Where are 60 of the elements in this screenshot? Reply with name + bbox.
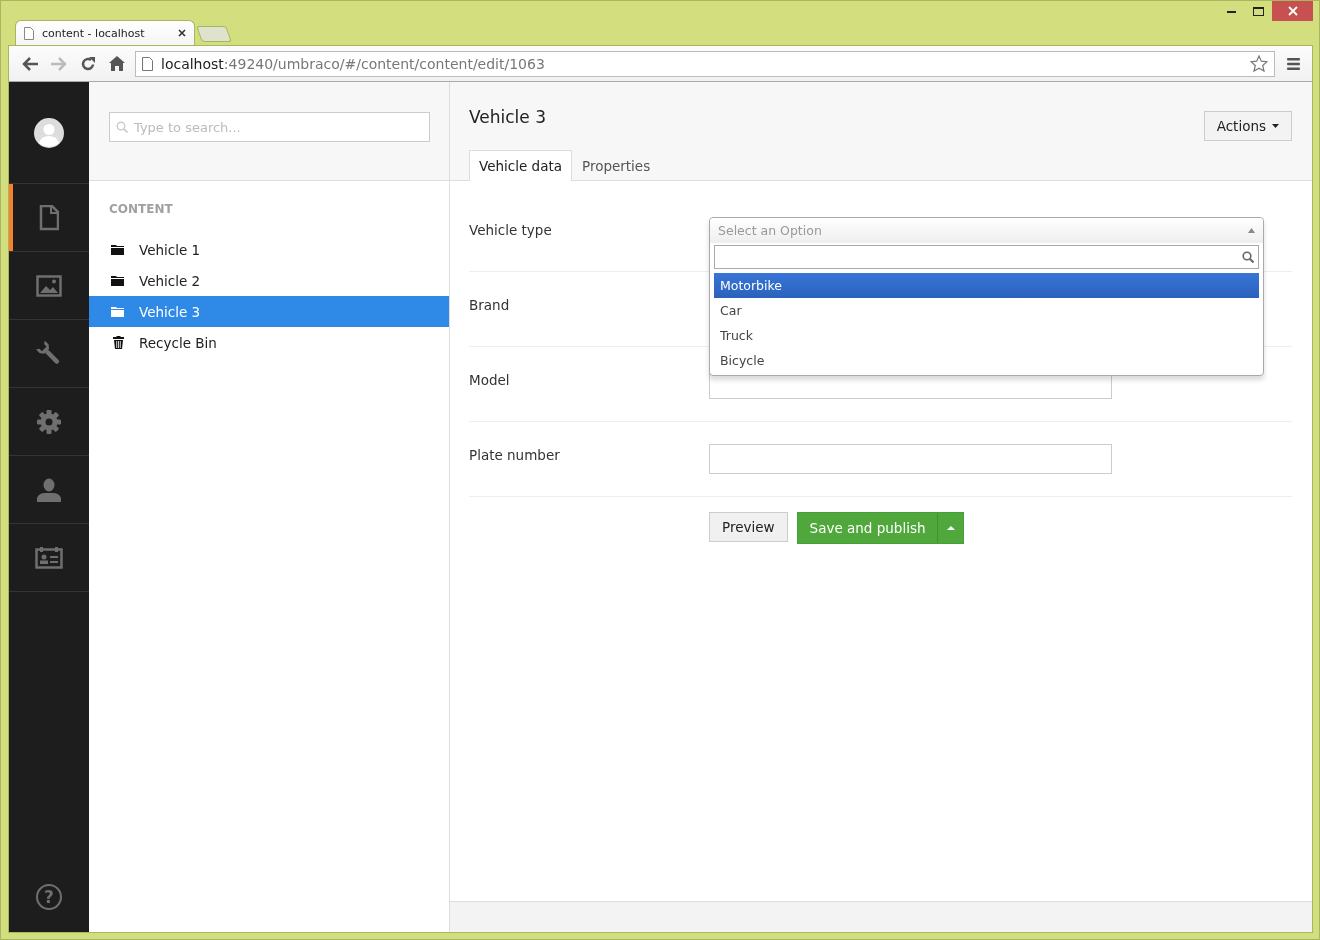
select-placeholder: Select an Option [718, 223, 822, 238]
user-icon [36, 476, 62, 503]
page-title: Vehicle 3 [469, 107, 546, 127]
browser-tab[interactable]: content - localhost [15, 20, 195, 45]
trash-icon [112, 336, 124, 349]
folder-icon [111, 275, 125, 286]
dropdown-option[interactable]: Truck [714, 323, 1259, 348]
folder-icon [111, 306, 125, 317]
image-icon [36, 274, 62, 297]
home-icon [108, 56, 125, 71]
settings-icon [36, 408, 62, 435]
search-field[interactable]: Type to search... [109, 112, 430, 142]
editor-tab[interactable]: Vehicle data [469, 150, 572, 181]
caret-up-icon [1248, 228, 1255, 233]
maximize-icon [1253, 6, 1264, 16]
wrench-icon [36, 340, 62, 367]
url-host: localhost [161, 55, 224, 72]
url-path: :49240/umbraco/#/content/content/edit/1063 [223, 55, 546, 72]
reload-icon [79, 55, 96, 72]
editor-tab[interactable]: Properties [572, 150, 661, 181]
close-icon [1287, 6, 1298, 16]
page-icon [142, 56, 153, 71]
back-arrow-icon [21, 56, 38, 71]
field-label: Vehicle type [469, 221, 553, 240]
tree-item[interactable]: Vehicle 1 [89, 234, 449, 265]
dropdown-option[interactable]: Bicycle [714, 348, 1259, 373]
avatar-icon[interactable] [34, 117, 64, 148]
dropdown-option[interactable]: Motorbike [714, 273, 1259, 298]
menu-icon [1287, 57, 1300, 70]
section-button[interactable] [9, 184, 89, 252]
caret-down-icon [1272, 124, 1279, 128]
forward-arrow-icon [50, 56, 67, 71]
search-icon [1242, 251, 1254, 263]
field-label: Brand [469, 296, 511, 315]
id-card-icon [35, 546, 63, 569]
tree-item[interactable]: Recycle Bin [89, 327, 449, 358]
tree-item[interactable]: Vehicle 3 [89, 296, 449, 327]
tree-item-label: Vehicle 3 [139, 303, 201, 320]
close-window-button[interactable] [1272, 1, 1313, 21]
document-icon [39, 204, 59, 231]
star-icon[interactable] [1250, 54, 1268, 73]
page-icon [24, 26, 34, 40]
input-field[interactable] [709, 444, 1112, 474]
actions-button[interactable]: Actions [1203, 111, 1292, 141]
caret-up-icon [946, 526, 955, 530]
tree-heading: CONTENT [108, 201, 174, 218]
dropdown-search-field[interactable] [714, 245, 1259, 269]
tree-item[interactable]: Vehicle 2 [89, 265, 449, 296]
dropdown-option[interactable]: Car [714, 298, 1259, 323]
field-label: Model [469, 371, 511, 390]
select-dropdown[interactable]: Select an Option Motorbike Car Truck Bicycle [709, 217, 1264, 376]
tree-item-label: Vehicle 1 [139, 241, 201, 258]
address-bar[interactable]: localhost:49240/umbraco/#/content/content/edit/1063 [135, 50, 1275, 77]
preview-button[interactable]: Preview [709, 512, 788, 542]
tree-item-label: Recycle Bin [139, 334, 217, 351]
folder-icon [111, 244, 125, 255]
minimize-icon [1227, 9, 1236, 13]
tree-item-label: Vehicle 2 [139, 272, 201, 289]
close-icon[interactable] [178, 29, 186, 37]
field-label: Plate number [469, 446, 561, 465]
